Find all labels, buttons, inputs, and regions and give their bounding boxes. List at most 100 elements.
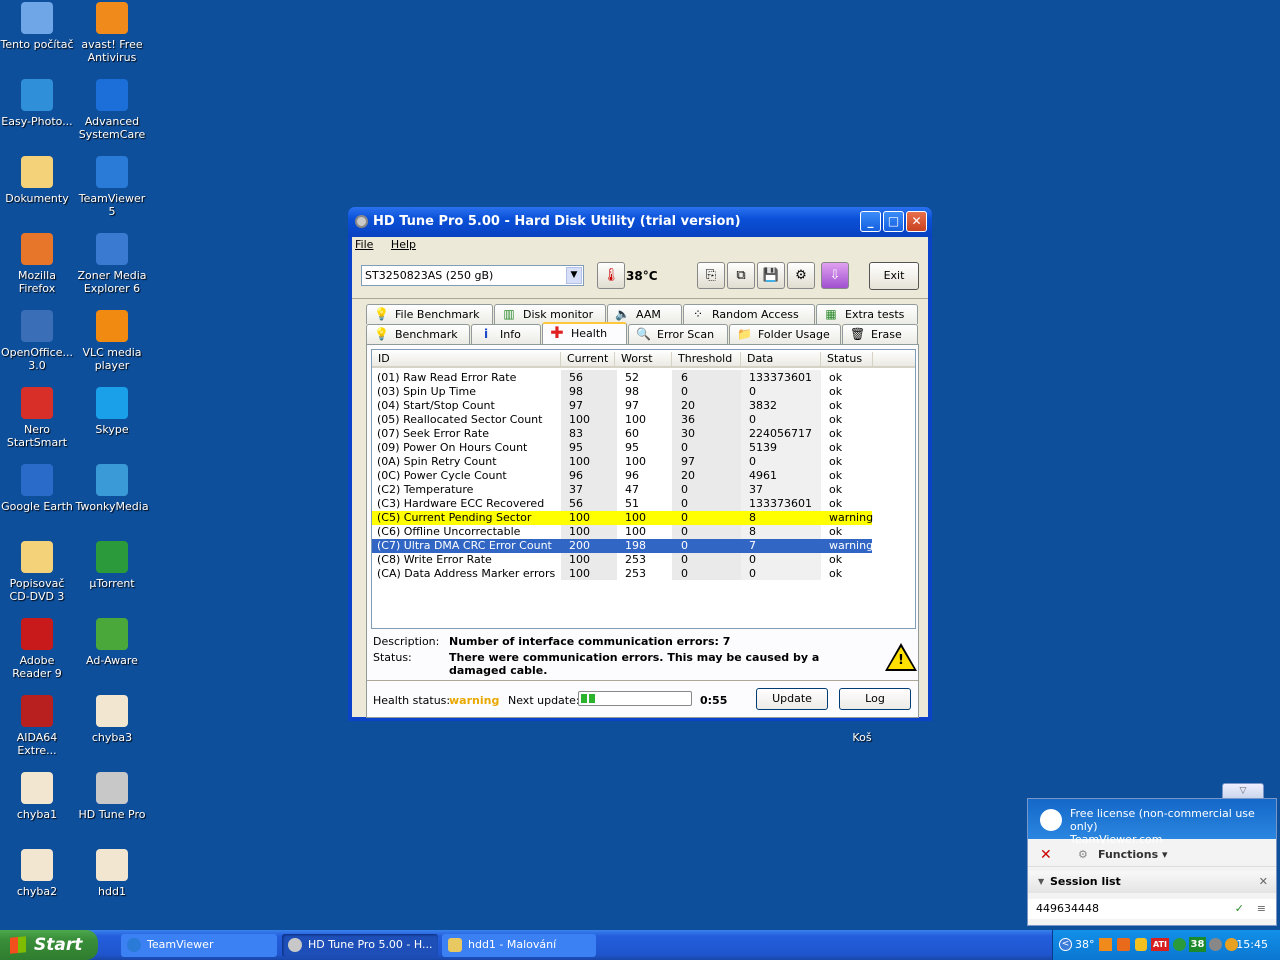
- table-row[interactable]: (07) Seek Error Rate 83 60 30 224056717 ok: [372, 427, 915, 441]
- close-icon[interactable]: ✕: [1259, 871, 1268, 893]
- close-button[interactable]: ✕: [906, 211, 927, 232]
- tray-utorrent-icon[interactable]: [1173, 938, 1186, 951]
- desktop-icon-adobe-reader-9[interactable]: Adobe Reader 9: [0, 618, 74, 680]
- session-menu-icon[interactable]: ≡: [1257, 899, 1266, 919]
- download-icon[interactable]: ⇩: [821, 262, 849, 289]
- chevron-down-icon[interactable]: ▼: [566, 267, 582, 284]
- table-row[interactable]: (C6) Offline Uncorrectable 100 100 0 8 ok: [372, 525, 915, 539]
- desktop-icon-popisova-cd-dvd-3[interactable]: Popisovač CD-DVD 3: [0, 541, 74, 603]
- table-row[interactable]: (C8) Write Error Rate 100 253 0 0 ok: [372, 553, 915, 567]
- tray-hdtune-icon[interactable]: [1209, 938, 1222, 951]
- clock[interactable]: 15:45: [1236, 930, 1268, 960]
- desktop-icon-teamviewer-5[interactable]: TeamViewer 5: [75, 156, 149, 218]
- desktop-icon-skype[interactable]: Skype: [75, 387, 149, 436]
- table-row[interactable]: (C3) Hardware ECC Recovered 56 51 0 13337360…: [372, 497, 915, 511]
- table-row[interactable]: (C5) Current Pending Sector 100 100 0 8 warni…: [372, 511, 873, 525]
- recycle-bin-icon[interactable]: Koš: [825, 731, 899, 744]
- options-icon[interactable]: ⚙: [787, 262, 815, 289]
- systemcare-icon: [96, 79, 128, 111]
- save-icon[interactable]: 💾: [757, 262, 785, 289]
- copy-text-icon[interactable]: ⧉: [727, 262, 755, 289]
- desktop-icon-chyba3[interactable]: chyba3: [75, 695, 149, 744]
- table-row[interactable]: (09) Power On Hours Count 95 95 0 5139 ok: [372, 441, 915, 455]
- tab-disk-monitor[interactable]: ▥ Disk monitor: [494, 304, 606, 324]
- desktop-icon-chyba1[interactable]: chyba1: [0, 772, 74, 821]
- taskbar-item-teamviewer[interactable]: TeamViewer: [121, 934, 277, 957]
- desktop-icon-hd-tune-pro[interactable]: HD Tune Pro: [75, 772, 149, 821]
- taskbar-item-paint[interactable]: hdd1 - Malování: [442, 934, 596, 957]
- desktop-icon-vlc-media-player[interactable]: VLC media player: [75, 310, 149, 372]
- column-header-current[interactable]: Current: [561, 352, 615, 366]
- tab-row-bottom: 💡 Benchmark i Info ✚ Health 🔍 Error Scan 📁 Fo…: [366, 322, 919, 344]
- tray-ati-icon[interactable]: ATI: [1151, 938, 1169, 951]
- desktop-icon-dokumenty[interactable]: Dokumenty: [0, 156, 74, 205]
- table-row[interactable]: (05) Reallocated Sector Count 100 100 36 0 ok: [372, 413, 915, 427]
- copy-info-icon[interactable]: ⎘: [697, 262, 725, 289]
- desktop-icon-google-earth[interactable]: Google Earth: [0, 464, 74, 513]
- taskbar-item-hdtune[interactable]: HD Tune Pro 5.00 - H...: [282, 934, 438, 957]
- desktop-icon-openoffice-3-0[interactable]: OpenOffice... 3.0: [0, 310, 74, 372]
- tab-file-benchmark[interactable]: 💡 File Benchmark: [366, 304, 493, 324]
- drive-select[interactable]: ST3250823AS (250 gB) ▼: [361, 265, 584, 286]
- tray-expand-icon[interactable]: <: [1059, 938, 1072, 951]
- tab-extra-tests[interactable]: ▦ Extra tests: [816, 304, 918, 324]
- column-header-status[interactable]: Status: [821, 352, 873, 366]
- functions-menu[interactable]: Functions ▾: [1098, 843, 1167, 867]
- update-button[interactable]: Update: [756, 688, 828, 710]
- smart-table[interactable]: ID Current Worst Threshold Data Status (…: [371, 349, 916, 629]
- table-row[interactable]: (03) Spin Up Time 98 98 0 0 ok: [372, 385, 915, 399]
- desktop-icon-aida64-extre[interactable]: AIDA64 Extre...: [0, 695, 74, 757]
- column-header-worst[interactable]: Worst: [615, 352, 672, 366]
- desktop-icon-zoner-media-explorer-6[interactable]: Zoner Media Explorer 6: [75, 233, 149, 295]
- tray-badge[interactable]: 38: [1189, 937, 1206, 952]
- tray-shield-icon[interactable]: [1135, 938, 1147, 951]
- table-row[interactable]: (0C) Power Cycle Count 96 96 20 4961 ok: [372, 469, 915, 483]
- table-row[interactable]: (C7) Ultra DMA CRC Error Count 200 198 0 7 wa…: [372, 539, 873, 553]
- desktop-icon-twonkymedia[interactable]: TwonkyMedia: [75, 464, 149, 513]
- desktop-icon-hdd1[interactable]: hdd1: [75, 849, 149, 898]
- table-row[interactable]: (01) Raw Read Error Rate 56 52 6 133373601 ok: [372, 371, 915, 385]
- start-button[interactable]: Start: [0, 930, 98, 960]
- health-panel: ID Current Worst Threshold Data Status (…: [366, 344, 919, 718]
- exit-button[interactable]: Exit: [869, 262, 919, 290]
- table-row[interactable]: (C2) Temperature 37 47 0 37 ok: [372, 483, 915, 497]
- close-session-icon[interactable]: ✕: [1040, 843, 1052, 867]
- tab-health[interactable]: ✚ Health: [542, 322, 627, 344]
- desktop-icon-advanced-systemcare[interactable]: Advanced SystemCare: [75, 79, 149, 141]
- menu-help[interactable]: Help: [391, 238, 416, 251]
- teamviewer-collapse-tab[interactable]: ▽: [1222, 783, 1264, 799]
- tab-aam[interactable]: 🔈 AAM: [607, 304, 682, 324]
- table-row[interactable]: (0A) Spin Retry Count 100 100 97 0 ok: [372, 455, 915, 469]
- column-header-threshold[interactable]: Threshold: [672, 352, 741, 366]
- maximize-button[interactable]: □: [883, 211, 904, 232]
- table-row[interactable]: (CA) Data Address Marker errors 100 253 0 0 o…: [372, 567, 915, 581]
- table-row[interactable]: (04) Start/Stop Count 97 97 20 3832 ok: [372, 399, 915, 413]
- minimize-button[interactable]: _: [860, 211, 881, 232]
- tray-temperature[interactable]: 38°: [1075, 930, 1095, 960]
- tray-avast-icon[interactable]: [1099, 938, 1112, 951]
- menu-file[interactable]: File: [355, 238, 373, 251]
- log-button[interactable]: Log: [839, 688, 911, 710]
- desktop-icon-chyba2[interactable]: chyba2: [0, 849, 74, 898]
- desktop-icon-nero-startsmart[interactable]: Nero StartSmart: [0, 387, 74, 449]
- desktop-icon-avast-free-antivirus[interactable]: avast! Free Antivirus: [75, 2, 149, 64]
- tab-erase[interactable]: 🗑 Erase: [842, 324, 918, 344]
- desktop-icon-tento-po-ta[interactable]: Tento počítač: [0, 2, 74, 51]
- tab-info[interactable]: i Info: [471, 324, 541, 344]
- desktop-icon-easy-photo[interactable]: Easy-Photo...: [0, 79, 74, 128]
- column-header-id[interactable]: ID: [372, 352, 561, 366]
- column-header-data[interactable]: Data: [741, 352, 821, 366]
- desktop-icon-mozilla-firefox[interactable]: Mozilla Firefox: [0, 233, 74, 295]
- session-item[interactable]: 449634448 ✓ ≡: [1028, 899, 1276, 919]
- thermometer-icon[interactable]: 🌡: [597, 262, 625, 289]
- tray-network-icon[interactable]: [1117, 938, 1130, 951]
- desktop-icon-torrent[interactable]: µTorrent: [75, 541, 149, 590]
- tab-error-scan[interactable]: 🔍 Error Scan: [628, 324, 728, 344]
- tab-folder-usage[interactable]: 📁 Folder Usage: [729, 324, 841, 344]
- tab-benchmark[interactable]: 💡 Benchmark: [366, 324, 470, 344]
- title-bar[interactable]: HD Tune Pro 5.00 - Hard Disk Utility (tr…: [348, 207, 932, 237]
- tab-random-access[interactable]: ⁘ Random Access: [683, 304, 815, 324]
- session-list-header[interactable]: ▼ Session list ✕: [1028, 871, 1276, 893]
- cell-data: 7: [749, 539, 756, 552]
- desktop-icon-ad-aware[interactable]: Ad-Aware: [75, 618, 149, 667]
